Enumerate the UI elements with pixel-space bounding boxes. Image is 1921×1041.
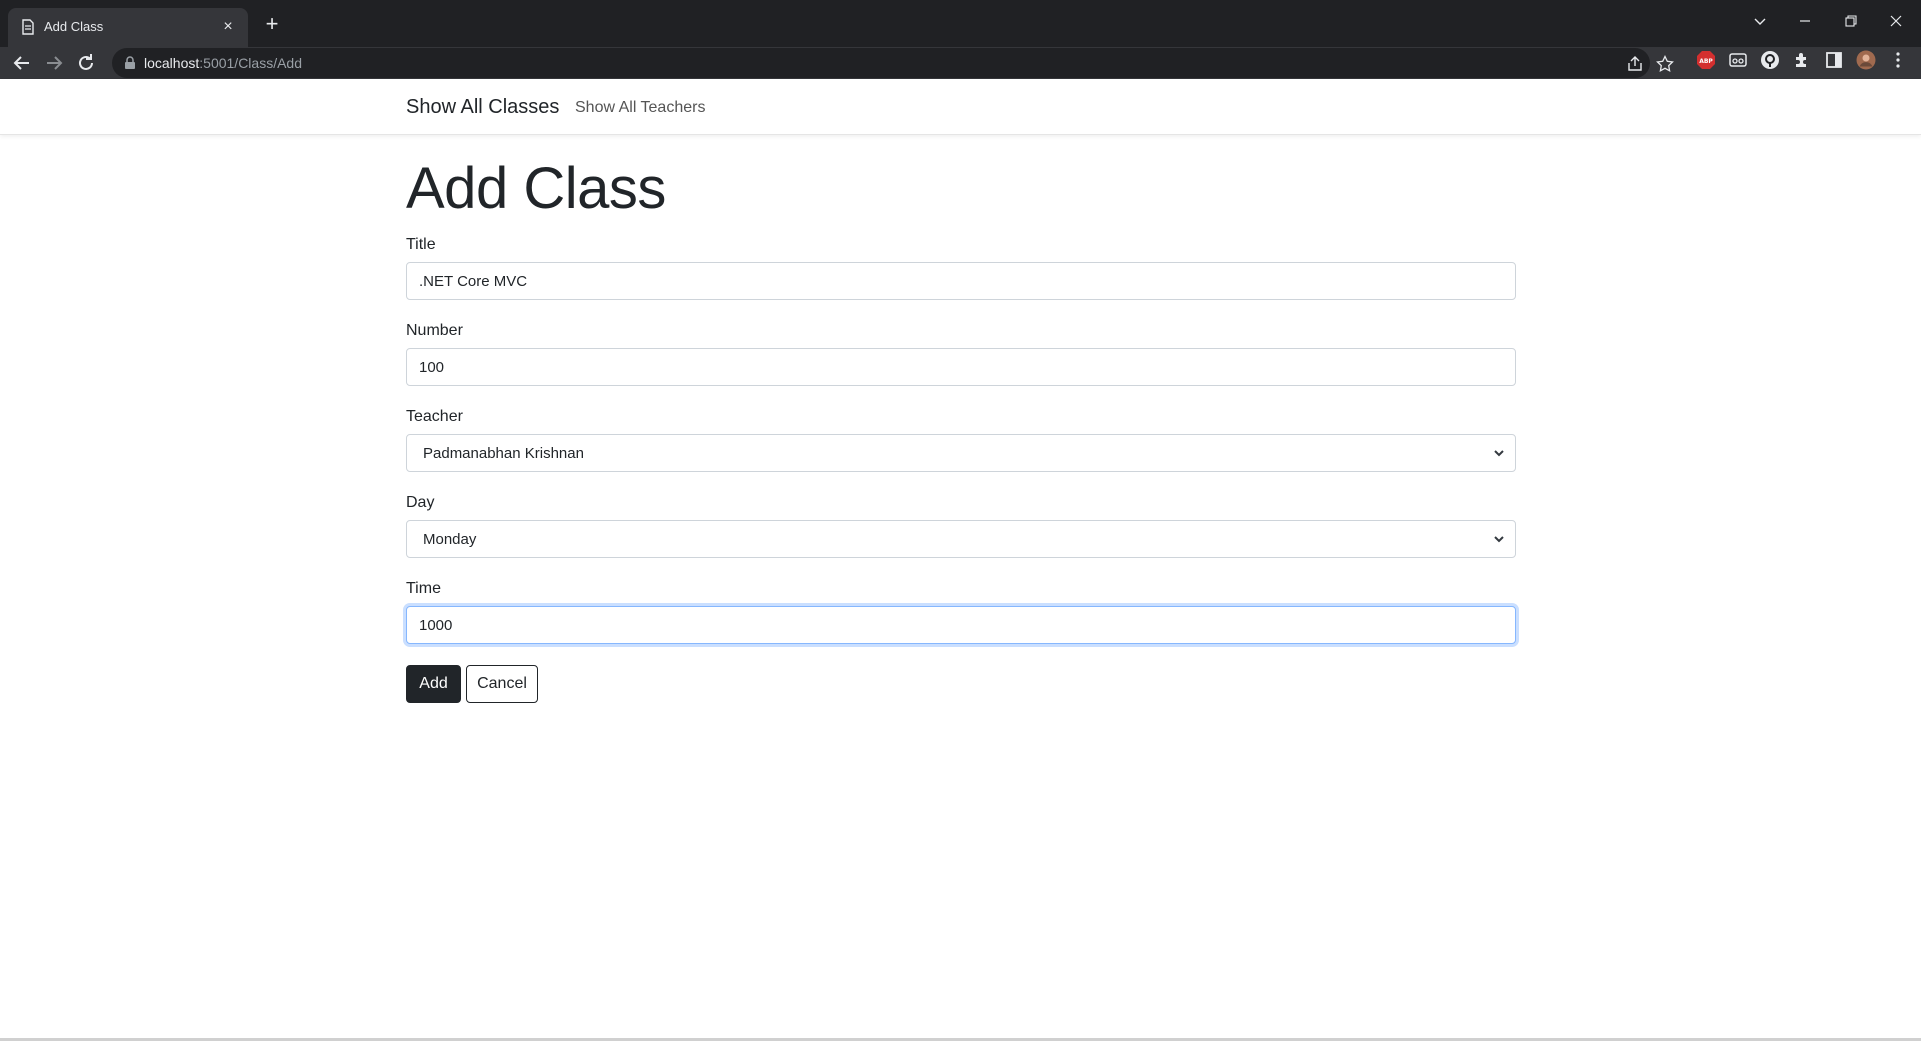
profile-avatar-icon[interactable] xyxy=(1856,50,1876,70)
site-navbar: Show All Classes Show All Teachers xyxy=(0,79,1921,135)
nav-brand-show-all-classes[interactable]: Show All Classes xyxy=(406,96,559,119)
page-viewport: Show All Classes Show All Teachers Add C… xyxy=(0,79,1921,1041)
page-icon xyxy=(22,19,34,35)
minimize-icon[interactable] xyxy=(1790,8,1820,38)
password-manager-icon[interactable] xyxy=(1760,50,1780,70)
svg-text:ABP: ABP xyxy=(1699,58,1713,65)
teacher-label: Teacher xyxy=(406,408,463,425)
number-label: Number xyxy=(406,322,463,339)
nav-link-show-all-teachers[interactable]: Show All Teachers xyxy=(575,99,705,117)
browser-tab[interactable]: Add Class × xyxy=(8,8,248,47)
add-button[interactable]: Add xyxy=(406,665,461,703)
day-selected-value: Monday xyxy=(423,531,477,548)
bookmark-star-icon[interactable] xyxy=(1656,55,1674,73)
day-label: Day xyxy=(406,494,435,511)
browser-tab-bar: Add Class × + xyxy=(0,0,1921,47)
cancel-button[interactable]: Cancel xyxy=(466,665,538,703)
title-input[interactable] xyxy=(406,262,1516,300)
new-tab-icon[interactable]: + xyxy=(260,12,284,36)
share-icon[interactable] xyxy=(1626,55,1644,73)
browser-menu-icon[interactable] xyxy=(1888,50,1908,70)
extensions-puzzle-icon[interactable] xyxy=(1792,50,1812,70)
form-actions: Add Cancel xyxy=(406,665,606,705)
number-input[interactable] xyxy=(406,348,1516,386)
back-icon[interactable] xyxy=(10,51,34,75)
browser-toolbar: localhost:5001/Class/Add ABP xyxy=(0,47,1921,79)
tab-search-icon[interactable] xyxy=(1745,8,1775,38)
chevron-down-icon xyxy=(1494,536,1504,543)
url-text: localhost:5001/Class/Add xyxy=(144,55,302,71)
restore-icon[interactable] xyxy=(1836,8,1866,38)
reader-extension-icon[interactable] xyxy=(1728,50,1748,70)
time-label: Time xyxy=(406,580,441,597)
side-panel-icon[interactable] xyxy=(1824,50,1844,70)
title-label: Title xyxy=(406,236,436,253)
tab-title: Add Class xyxy=(44,19,104,34)
close-tab-icon[interactable]: × xyxy=(218,17,238,37)
day-select[interactable]: Monday xyxy=(406,520,1516,558)
close-window-icon[interactable] xyxy=(1881,8,1911,38)
address-bar[interactable]: localhost:5001/Class/Add xyxy=(112,48,1674,78)
time-input[interactable] xyxy=(406,606,1516,644)
lock-icon[interactable] xyxy=(124,56,136,70)
forward-icon[interactable] xyxy=(42,51,66,75)
teacher-select[interactable]: Padmanabhan Krishnan xyxy=(406,434,1516,472)
reload-icon[interactable] xyxy=(74,51,98,75)
chevron-down-icon xyxy=(1494,450,1504,457)
adblock-icon[interactable]: ABP xyxy=(1696,50,1716,70)
page-title: Add Class xyxy=(406,156,666,221)
teacher-selected-value: Padmanabhan Krishnan xyxy=(423,445,584,462)
